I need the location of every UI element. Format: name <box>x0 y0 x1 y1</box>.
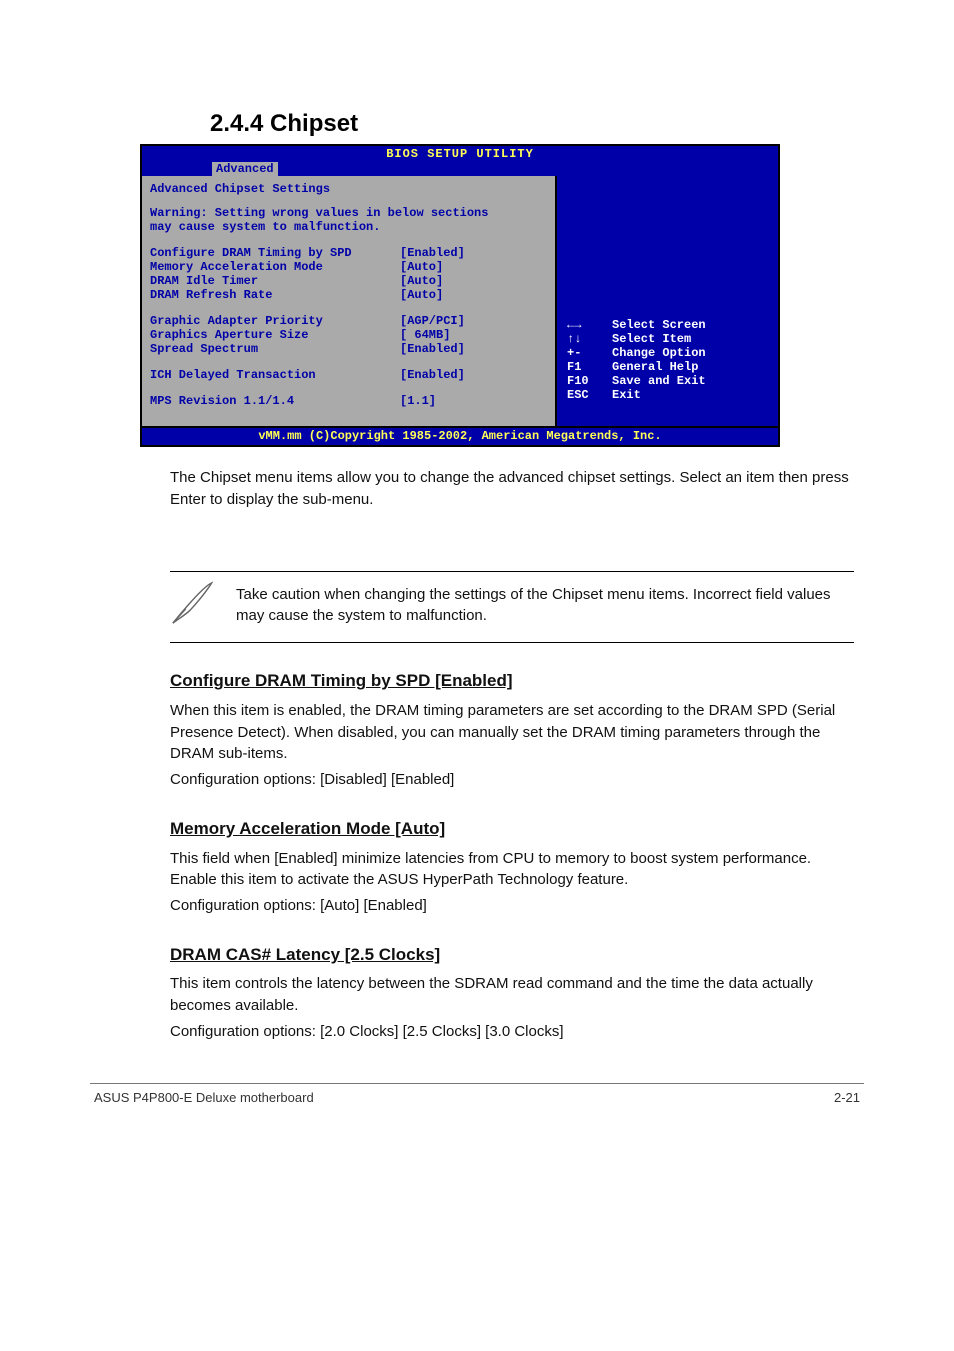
bios-setting-value[interactable]: [Auto] <box>400 288 443 302</box>
bios-setting-value[interactable]: [Auto] <box>400 274 443 288</box>
footer-left: ASUS P4P800-E Deluxe motherboard <box>94 1090 314 1105</box>
bios-setting-row[interactable]: Configure DRAM Timing by SPD [Enabled] <box>150 246 547 260</box>
item-config: Configuration options: [Auto] [Enabled] <box>170 895 854 917</box>
bios-warning-line: Warning: Setting wrong values in below s… <box>150 206 547 220</box>
bios-footer: vMM.mm (C)Copyright 1985-2002, American … <box>142 426 778 445</box>
document-body: The Chipset menu items allow you to chan… <box>170 467 854 1043</box>
legend-row: F10Save and Exit <box>567 374 706 388</box>
item-config: Configuration options: [Disabled] [Enabl… <box>170 769 854 791</box>
legend-row: ↑↓Select Item <box>567 332 706 346</box>
quill-pen-icon <box>170 580 216 633</box>
note-block: Take caution when changing the settings … <box>170 571 854 644</box>
bios-setting-label: DRAM Idle Timer <box>150 274 400 288</box>
bios-setting-value[interactable]: [Enabled] <box>400 368 465 382</box>
bios-tab-row: Advanced <box>142 162 778 176</box>
bios-side-panel: ←→Select Screen ↑↓Select Item +-Change O… <box>557 176 778 426</box>
section-title: 2.4.4 Chipset <box>210 110 864 138</box>
bios-setting-value[interactable]: [Auto] <box>400 260 443 274</box>
bios-window: BIOS SETUP UTILITY Advanced Advanced Chi… <box>140 144 780 447</box>
bios-warning: Warning: Setting wrong values in below s… <box>150 206 547 234</box>
bios-setting-label: Spread Spectrum <box>150 342 400 356</box>
item-title: DRAM CAS# Latency [2.5 Clocks] <box>170 943 854 968</box>
legend-row: ESCExit <box>567 388 706 402</box>
note-text: Take caution when changing the settings … <box>236 580 854 628</box>
bios-warning-line: may cause system to malfunction. <box>150 220 547 234</box>
bios-setting-label: Graphic Adapter Priority <box>150 314 400 328</box>
bios-setting-value[interactable]: [1.1] <box>400 394 436 408</box>
bios-setting-label: Memory Acceleration Mode <box>150 260 400 274</box>
bios-setting-row[interactable]: Graphics Aperture Size [ 64MB] <box>150 328 547 342</box>
bios-main-panel: Advanced Chipset Settings Warning: Setti… <box>142 176 557 426</box>
intro-paragraph: The Chipset menu items allow you to chan… <box>170 467 854 511</box>
bios-setting-label: ICH Delayed Transaction <box>150 368 400 382</box>
bios-setting-value[interactable]: [Enabled] <box>400 342 465 356</box>
footer-divider <box>90 1083 864 1084</box>
legend-row: +-Change Option <box>567 346 706 360</box>
item-config: Configuration options: [2.0 Clocks] [2.5… <box>170 1021 854 1043</box>
item-body: This field when [Enabled] minimize laten… <box>170 848 854 892</box>
legend-row: ←→Select Screen <box>567 318 706 332</box>
bios-setting-value[interactable]: [ 64MB] <box>400 328 450 342</box>
item-title: Configure DRAM Timing by SPD [Enabled] <box>170 669 854 694</box>
bios-setting-row[interactable]: Memory Acceleration Mode [Auto] <box>150 260 547 274</box>
bios-setting-row[interactable]: MPS Revision 1.1/1.4 [1.1] <box>150 394 547 408</box>
bios-setting-label: MPS Revision 1.1/1.4 <box>150 394 400 408</box>
bios-setting-label: Graphics Aperture Size <box>150 328 400 342</box>
bios-setting-row[interactable]: DRAM Refresh Rate [Auto] <box>150 288 547 302</box>
footer-right: 2-21 <box>834 1090 860 1105</box>
bios-panel-heading: Advanced Chipset Settings <box>150 182 547 196</box>
page-footer: ASUS P4P800-E Deluxe motherboard 2-21 <box>90 1090 864 1125</box>
bios-setting-label: Configure DRAM Timing by SPD <box>150 246 400 260</box>
tab-advanced[interactable]: Advanced <box>212 162 278 176</box>
bios-setting-row[interactable]: DRAM Idle Timer [Auto] <box>150 274 547 288</box>
item-body: This item controls the latency between t… <box>170 973 854 1017</box>
bios-setting-value[interactable]: [AGP/PCI] <box>400 314 465 328</box>
bios-legend: ←→Select Screen ↑↓Select Item +-Change O… <box>567 318 706 402</box>
bios-setting-row[interactable]: Spread Spectrum [Enabled] <box>150 342 547 356</box>
bios-setting-value[interactable]: [Enabled] <box>400 246 465 260</box>
legend-row: F1General Help <box>567 360 706 374</box>
bios-setting-label: DRAM Refresh Rate <box>150 288 400 302</box>
bios-setting-row[interactable]: ICH Delayed Transaction [Enabled] <box>150 368 547 382</box>
bios-title-bar: BIOS SETUP UTILITY <box>142 146 778 162</box>
item-body: When this item is enabled, the DRAM timi… <box>170 700 854 765</box>
bios-setting-row[interactable]: Graphic Adapter Priority [AGP/PCI] <box>150 314 547 328</box>
item-title: Memory Acceleration Mode [Auto] <box>170 817 854 842</box>
